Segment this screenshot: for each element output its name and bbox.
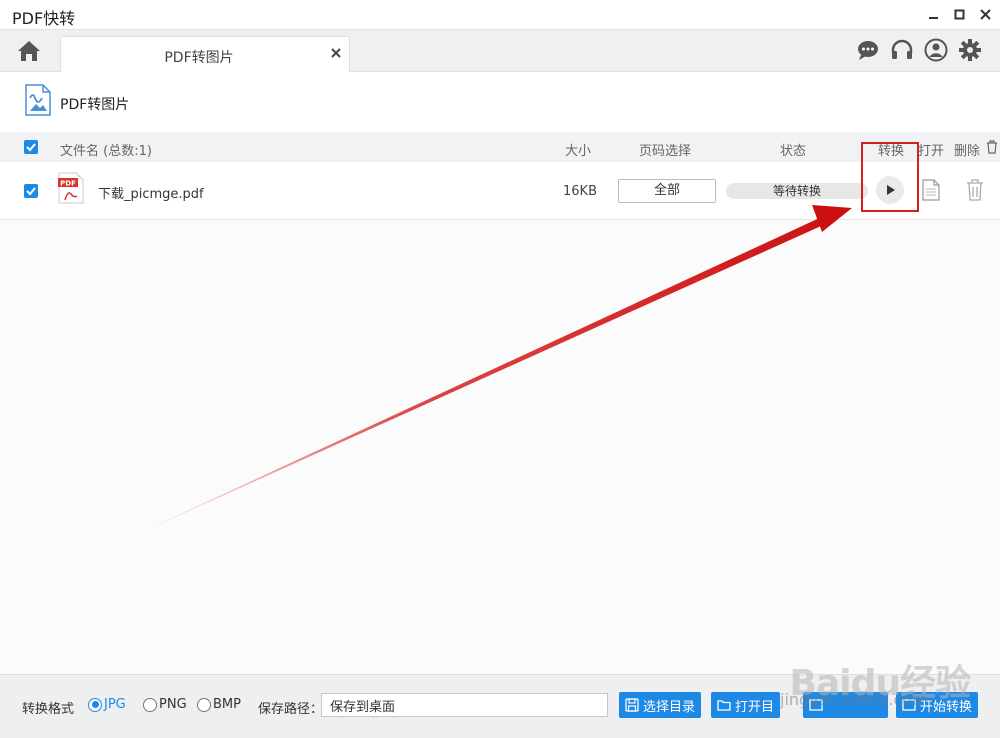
save-disk-icon	[625, 698, 639, 712]
chat-icon[interactable]	[856, 38, 880, 62]
tab-pdf-to-image[interactable]: PDF转图片	[60, 36, 350, 72]
minimize-icon	[928, 16, 938, 19]
col-header-range: 页码选择	[639, 144, 692, 159]
save-path-label: 保存路径：	[258, 702, 324, 717]
file-size: 16KB	[563, 184, 597, 199]
convert-play-button[interactable]	[876, 176, 904, 204]
checkmark-icon	[26, 187, 36, 196]
svg-text:PDF: PDF	[60, 180, 76, 188]
third-action-button[interactable]	[803, 692, 888, 718]
col-header-delete: 删除	[954, 144, 981, 159]
col-header-size: 大小	[565, 144, 592, 159]
format-radio-png[interactable]: PNG	[143, 697, 187, 712]
pdf-file-icon: PDF	[58, 172, 84, 204]
convert-icon	[902, 699, 916, 711]
delete-all-icon[interactable]	[986, 140, 998, 154]
table-row[interactable]: PDF 下载_picmge.pdf 16KB 全部 等待转换	[0, 162, 1000, 220]
col-header-convert: 转换	[878, 144, 905, 159]
table-header: 文件名 (总数:1) 大小 页码选择 状态 转换 打开 删除	[0, 132, 1000, 162]
choose-directory-label: 选择目录	[643, 699, 696, 715]
tab-bar: PDF转图片	[0, 30, 1000, 72]
top-toolbar	[856, 38, 982, 62]
col-header-name: 文件名 (总数:1)	[60, 144, 152, 159]
page-title: PDF转图片	[60, 97, 130, 113]
radio-label: JPG	[104, 697, 126, 712]
format-radio-bmp[interactable]: BMP	[197, 697, 241, 712]
save-path-input[interactable]	[321, 693, 608, 717]
pdf-to-image-icon	[25, 84, 51, 116]
maximize-icon	[954, 9, 964, 19]
gear-icon[interactable]	[958, 38, 982, 62]
bottom-toolbar: 转换格式 JPG PNG BMP 保存路径： 选择目录 打开目 开始转换	[0, 674, 1000, 738]
maximize-button[interactable]	[952, 4, 966, 24]
select-all-checkbox[interactable]	[24, 140, 38, 154]
file-name: 下载_picmge.pdf	[98, 187, 204, 202]
row-checkbox[interactable]	[24, 184, 38, 198]
main-content: PDF转图片 文件名 (总数:1) 大小 页码选择 状态 转换 打开 删除 PD…	[0, 72, 1000, 674]
radio-label: BMP	[213, 697, 241, 712]
headset-icon[interactable]	[890, 38, 914, 62]
radio-dot	[88, 697, 102, 712]
format-radio-jpg[interactable]: JPG	[88, 697, 126, 712]
play-icon	[887, 185, 895, 195]
tab-label: PDF转图片	[164, 50, 234, 66]
col-header-open: 打开	[918, 144, 945, 159]
start-convert-label: 开始转换	[920, 699, 973, 715]
radio-label: PNG	[159, 697, 187, 712]
format-label: 转换格式	[22, 702, 75, 717]
trash-icon[interactable]	[966, 179, 984, 201]
page-range-button[interactable]: 全部	[618, 179, 716, 203]
open-directory-button[interactable]: 打开目	[711, 692, 781, 718]
image-icon	[809, 699, 823, 711]
status-progress-bar: 等待转换	[726, 183, 868, 199]
window-controls	[926, 4, 992, 24]
open-directory-label: 打开目	[735, 699, 775, 715]
start-convert-button[interactable]: 开始转换	[896, 692, 979, 718]
choose-directory-button[interactable]: 选择目录	[619, 692, 702, 718]
minimize-button[interactable]	[926, 4, 940, 24]
radio-dot	[143, 697, 157, 712]
app-title: PDF快转	[12, 9, 76, 28]
close-icon	[979, 8, 991, 20]
home-icon[interactable]	[16, 38, 42, 64]
title-bar: PDF快转	[0, 0, 1000, 30]
radio-dot	[197, 697, 211, 712]
open-file-icon[interactable]	[922, 179, 940, 201]
folder-icon	[717, 700, 731, 711]
tab-close-icon[interactable]	[329, 46, 343, 60]
page-header: PDF转图片	[0, 72, 1000, 132]
col-header-status: 状态	[780, 144, 807, 159]
user-icon[interactable]	[924, 38, 948, 62]
checkmark-icon	[26, 143, 36, 152]
close-window-button[interactable]	[978, 4, 992, 24]
